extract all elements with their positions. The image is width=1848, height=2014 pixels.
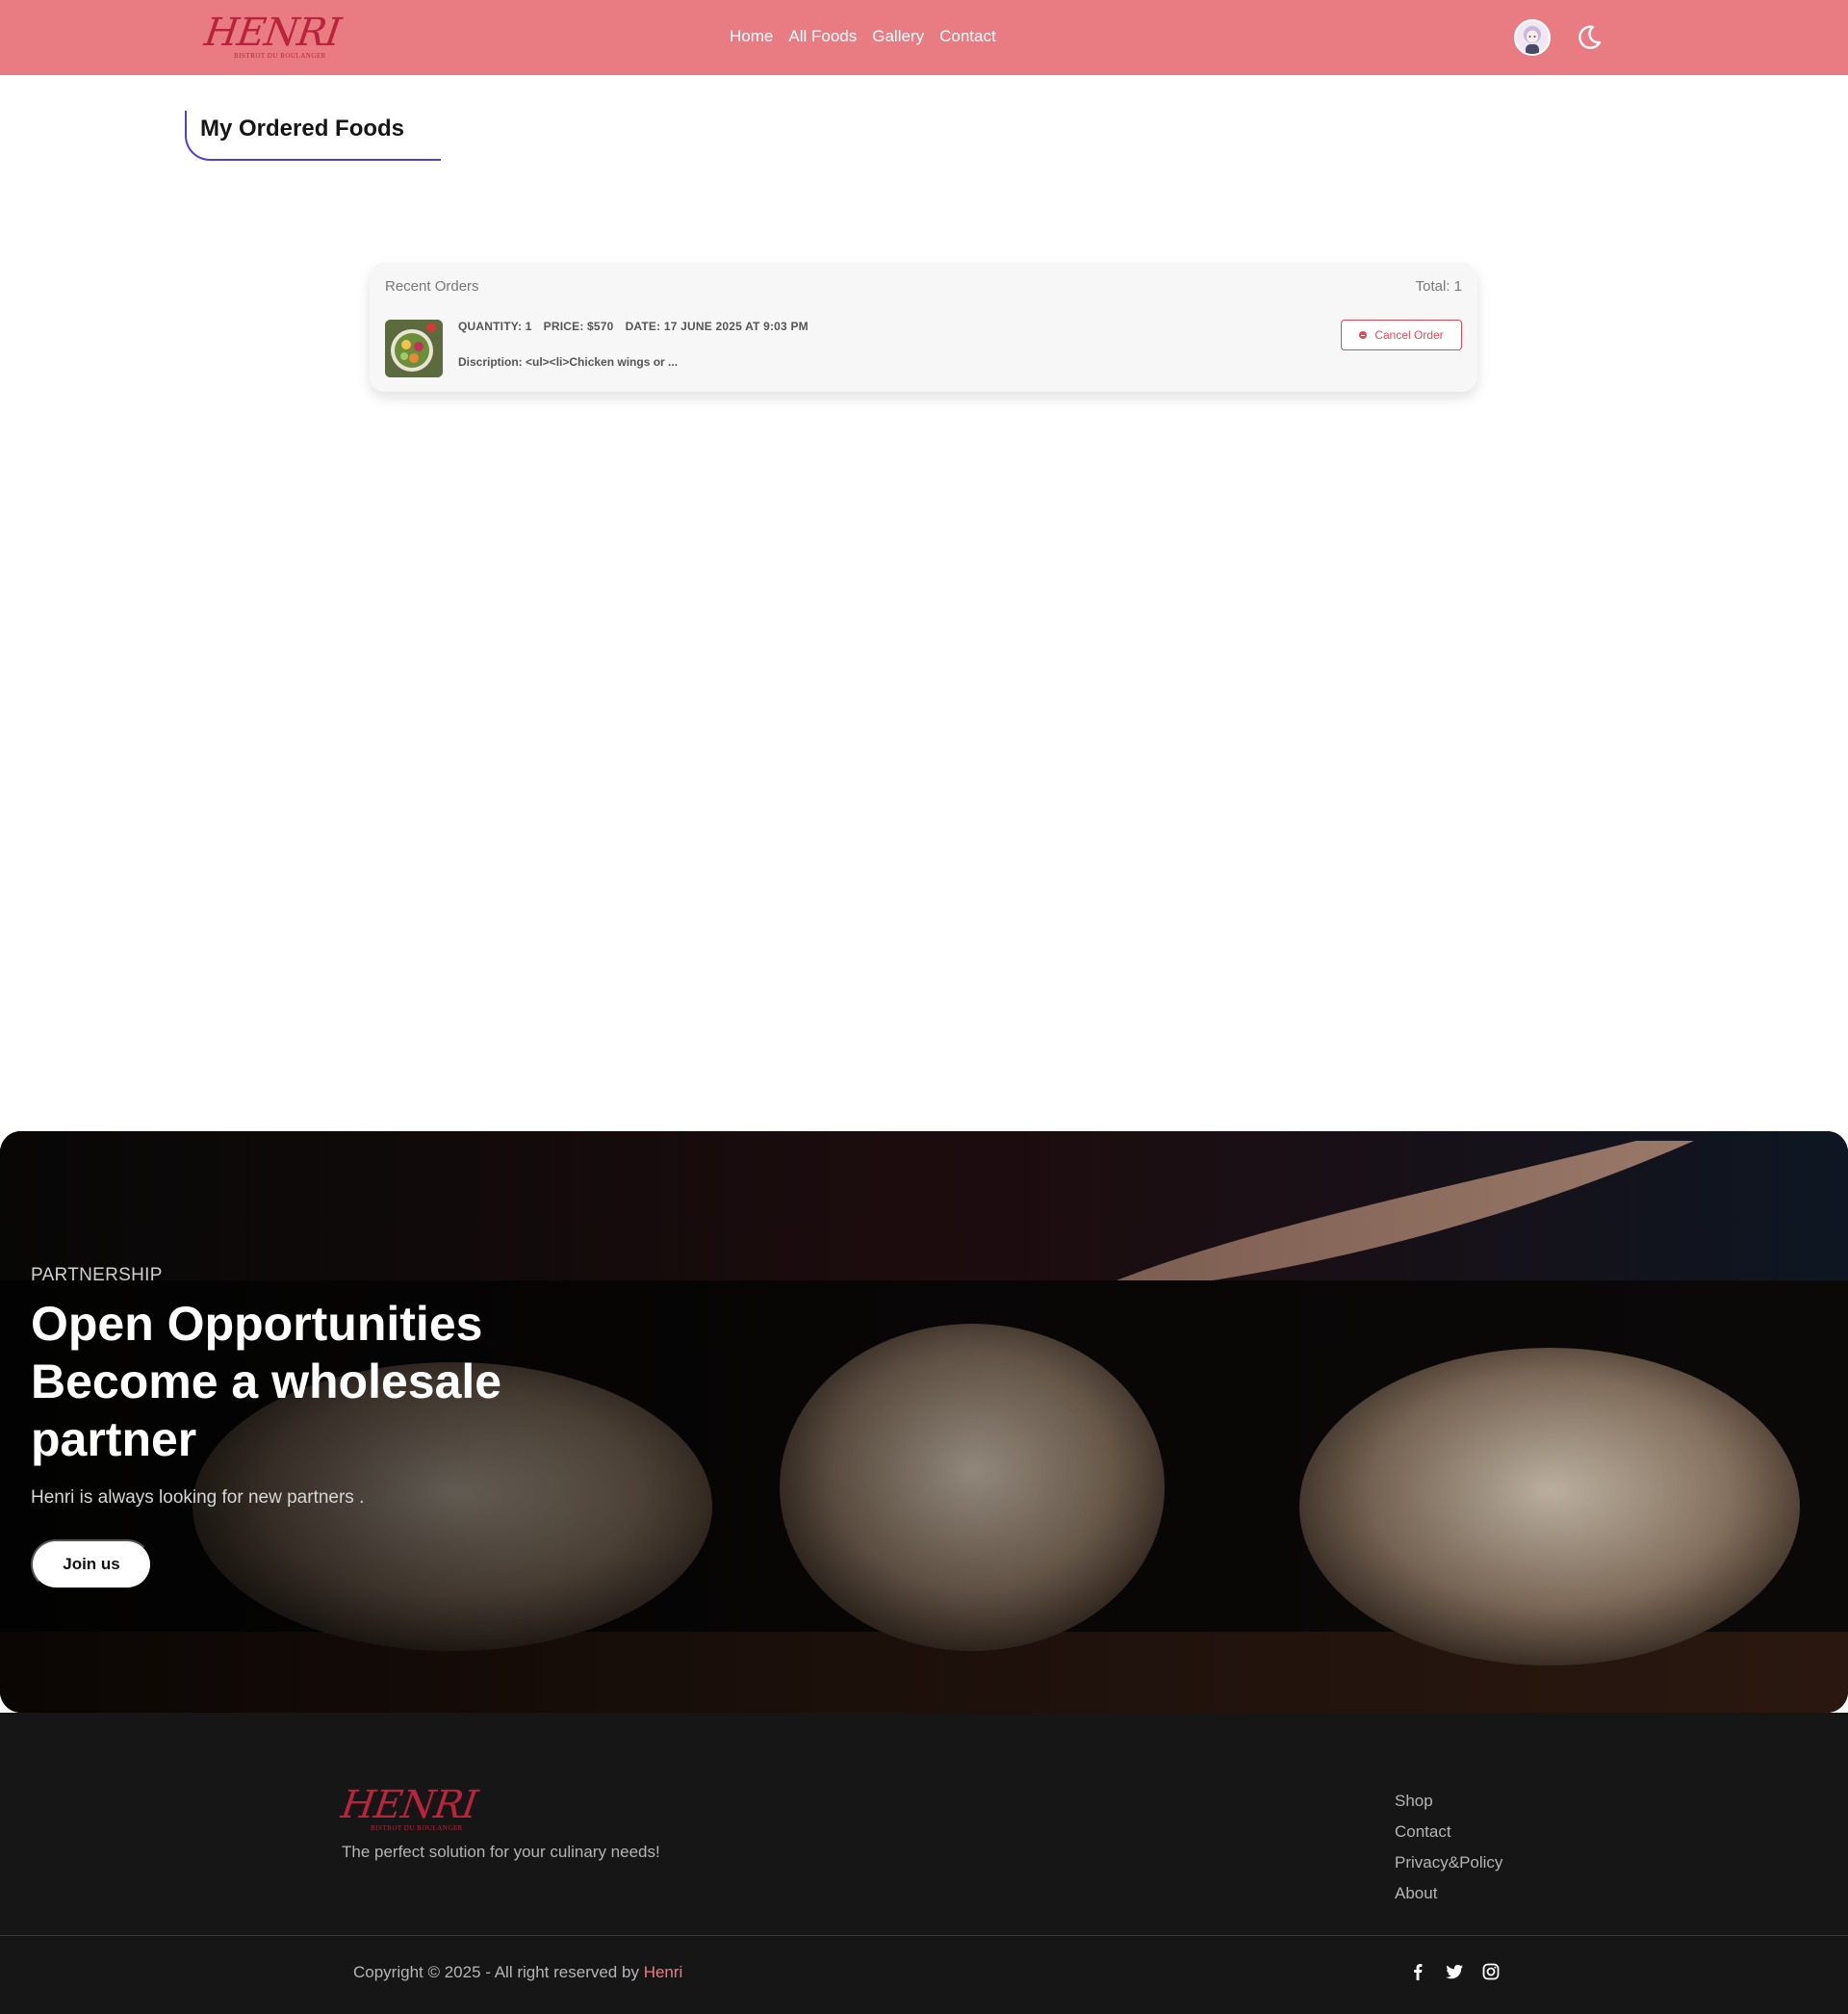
brand-logo[interactable]: HENRI BISTROT DU BOULANGER [201, 11, 344, 62]
order-date: DATE: 17 JUNE 2025 AT 9:03 PM [625, 320, 808, 333]
footer-link-contact[interactable]: Contact [1395, 1822, 1502, 1842]
banner-subtitle: Henri is always looking for new partners… [31, 1487, 365, 1508]
partnership-banner: PARTNERSHIP Open Opportunities Become a … [0, 1131, 1848, 1713]
join-us-button[interactable]: Join us [31, 1539, 152, 1589]
banner-title-line-1: Open Opportunities [31, 1297, 483, 1351]
page-title: My Ordered Foods [200, 116, 405, 142]
cancel-order-label: Cancel Order [1374, 328, 1444, 342]
banner-title-line-2: Become a wholesale [31, 1355, 502, 1408]
orders-card: Recent Orders Total: 1 QUANTITY: 1 PRICE… [370, 263, 1477, 392]
nav-link-contact[interactable]: Contact [939, 26, 996, 47]
food-bowl-image [385, 320, 443, 377]
instagram-icon[interactable] [1480, 1961, 1502, 1982]
social-links [1407, 1961, 1502, 1982]
nav-link-gallery[interactable]: Gallery [872, 26, 924, 47]
avatar-illustration [1516, 21, 1549, 54]
user-avatar-icon[interactable] [1514, 19, 1551, 56]
twitter-icon[interactable] [1444, 1961, 1465, 1982]
orders-total: Total: 1 [1415, 278, 1462, 295]
main-nav: Home All Foods Gallery Contact [730, 26, 996, 47]
order-item-thumbnail [385, 320, 443, 377]
footer-logo-subtext: BISTROT DU BOULANGER [371, 1824, 463, 1832]
brand-logo-text: HENRI [201, 11, 344, 55]
order-description: Discription: <ul><li>Chicken wings or ..… [458, 355, 679, 369]
moon-icon[interactable] [1575, 23, 1604, 52]
brand-logo-subtext: BISTROT DU BOULANGER [234, 52, 326, 60]
cancel-order-button[interactable]: Cancel Order [1341, 320, 1462, 350]
banner-title: Open Opportunities Become a wholesale pa… [31, 1295, 608, 1468]
nav-link-home[interactable]: Home [730, 26, 773, 47]
copyright-brand: Henri [643, 1963, 683, 1981]
footer-link-about[interactable]: About [1395, 1884, 1502, 1903]
cancel-circle-icon [1359, 331, 1368, 339]
navbar: HENRI BISTROT DU BOULANGER Home All Food… [0, 0, 1848, 75]
banner-title-line-3: partner [31, 1412, 197, 1466]
footer-brand-logo[interactable]: HENRI BISTROT DU BOULANGER [338, 1783, 480, 1834]
footer-link-privacy[interactable]: Privacy&Policy [1395, 1853, 1502, 1872]
order-item-meta: QUANTITY: 1 PRICE: $570 DATE: 17 JUNE 20… [458, 320, 808, 333]
footer-divider [0, 1935, 1848, 1936]
copyright-text: Copyright © 2025 - All right reserved by… [353, 1963, 682, 1982]
footer-logo-text: HENRI [338, 1783, 480, 1827]
copyright-prefix: Copyright © 2025 - All right reserved by [353, 1963, 639, 1981]
footer-link-shop[interactable]: Shop [1395, 1792, 1502, 1811]
footer-tagline: The perfect solution for your culinary n… [342, 1843, 660, 1861]
facebook-icon[interactable] [1407, 1961, 1428, 1982]
footer-links: Shop Contact Privacy&Policy About [1395, 1792, 1502, 1903]
nav-link-all-foods[interactable]: All Foods [788, 26, 857, 47]
order-quantity: QUANTITY: 1 [458, 320, 532, 333]
order-price: PRICE: $570 [543, 320, 614, 333]
banner-eyebrow: PARTNERSHIP [31, 1265, 163, 1285]
footer: HENRI BISTROT DU BOULANGER The perfect s… [0, 1713, 1848, 2014]
orders-header-label: Recent Orders [385, 278, 479, 295]
